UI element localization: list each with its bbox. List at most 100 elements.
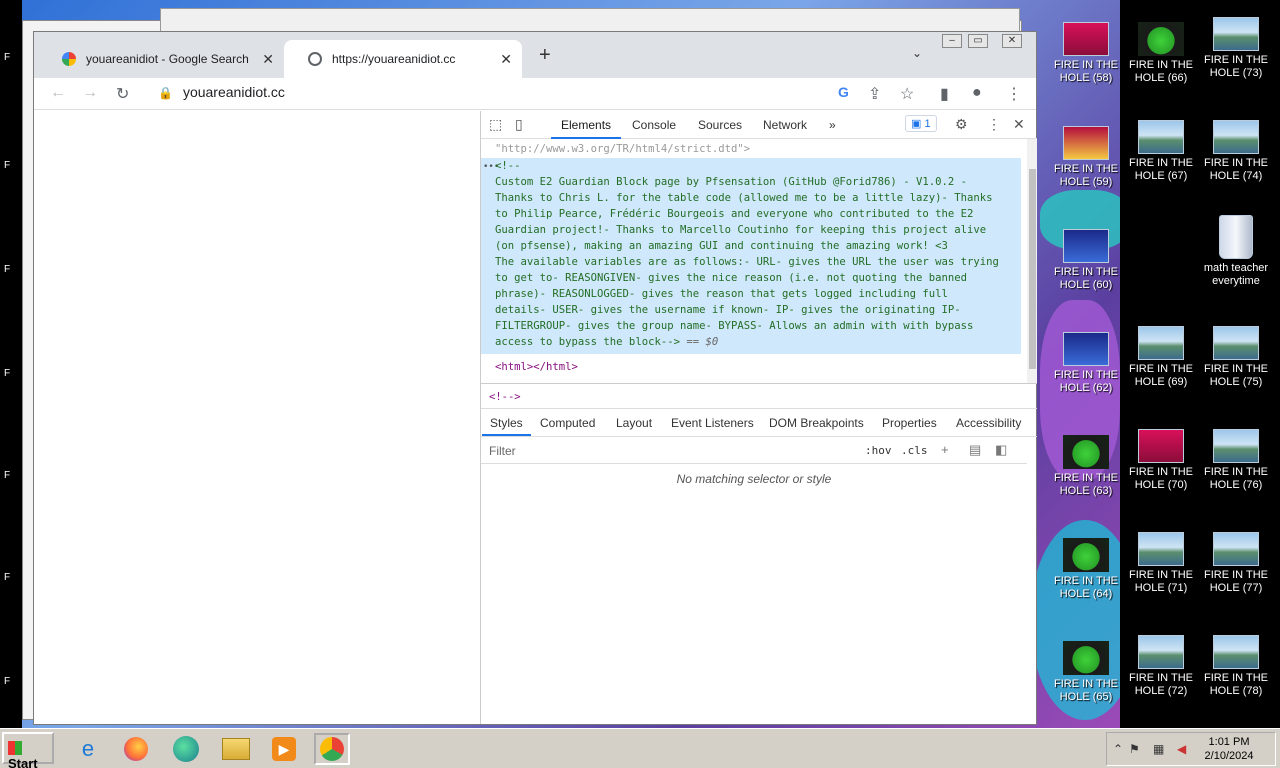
tab-styles[interactable]: Styles — [482, 416, 531, 436]
clock[interactable]: 1:01 PM 2/10/2024 — [1199, 735, 1259, 763]
close-tab-icon[interactable]: ✕ — [500, 51, 512, 68]
tab-properties[interactable]: Properties — [882, 416, 937, 430]
show-hidden-icons-icon[interactable]: ⌃ — [1113, 742, 1123, 756]
desktop-icon[interactable]: FIRE IN THE HOLE (73) — [1199, 17, 1273, 80]
image-icon — [1213, 326, 1259, 360]
back-arrow-icon[interactable]: ← — [50, 84, 66, 102]
image-icon — [1138, 635, 1184, 669]
desktop-icon[interactable]: FIRE IN THE HOLE (71) — [1124, 532, 1198, 595]
tab-network[interactable]: Network — [763, 118, 807, 132]
tab-computed[interactable]: Computed — [540, 416, 595, 430]
chrome-menu-icon[interactable]: ⋮ — [1006, 84, 1022, 104]
tab-elements[interactable]: Elements — [550, 118, 622, 139]
image-icon — [1138, 120, 1184, 154]
ie-icon[interactable]: e — [70, 733, 106, 765]
firefox-icon[interactable] — [118, 733, 154, 765]
breadcrumb-item[interactable]: <!--> — [489, 391, 521, 403]
desktop-icon[interactable]: FIRE IN THE HOLE (66) — [1124, 22, 1198, 85]
share-icon[interactable]: ⇪ — [868, 84, 881, 104]
tab-google-search[interactable]: youareanidiot - Google Search ✕ — [38, 40, 284, 78]
tab-active-page[interactable]: https://youareanidiot.cc ✕ — [284, 40, 522, 78]
maximize-button[interactable]: ▭ — [968, 34, 988, 48]
address-bar[interactable]: 🔒 youareanidiot.cc — [158, 84, 285, 100]
image-icon — [1063, 126, 1109, 160]
desktop-icon[interactable]: FIRE IN THE HOLE (75) — [1199, 326, 1273, 389]
devtools-menu-icon[interactable]: ⋮ — [987, 116, 1001, 133]
desktop-icon[interactable]: FIRE IN THE HOLE (72) — [1124, 635, 1198, 698]
tab-accessibility[interactable]: Accessibility — [956, 416, 1021, 430]
breadcrumb[interactable]: <!--> — [481, 383, 1037, 409]
chrome-icon[interactable] — [314, 733, 350, 765]
desktop-icon[interactable]: FIRE IN THE HOLE (65) — [1049, 641, 1123, 704]
page-viewport[interactable] — [34, 111, 480, 724]
scrollbar-thumb[interactable] — [1029, 169, 1036, 369]
add-rule-icon[interactable]: + — [941, 442, 949, 457]
image-icon — [1213, 17, 1259, 51]
network-icon[interactable]: ▦ — [1153, 742, 1164, 756]
google-lens-icon[interactable]: G — [838, 84, 849, 100]
forward-arrow-icon[interactable]: → — [82, 84, 98, 102]
volume-muted-icon[interactable]: ◀ — [1177, 742, 1186, 756]
desktop-left-band — [0, 0, 22, 728]
desktop-icon-label: FIRE IN THE HOLE (70) — [1129, 466, 1193, 491]
tab-search-chevron-icon[interactable]: ⌄ — [912, 46, 922, 60]
desktop-icon-label: FIRE IN THE HOLE (65) — [1054, 678, 1118, 703]
paint-brush-icon[interactable]: ▤ — [969, 442, 981, 458]
media-player-icon[interactable]: ▶ — [266, 733, 302, 765]
desktop-icon[interactable]: FIRE IN THE HOLE (62) — [1049, 332, 1123, 395]
side-panel-icon[interactable]: ▮ — [940, 84, 949, 104]
desktop-icon[interactable]: FIRE IN THE HOLE (63) — [1049, 435, 1123, 498]
bookmark-star-icon[interactable]: ☆ — [900, 84, 914, 104]
tab-sources[interactable]: Sources — [698, 118, 742, 132]
desktop-icon[interactable]: FIRE IN THE HOLE (74) — [1199, 120, 1273, 183]
image-icon — [1213, 120, 1259, 154]
selected-marker: == $0 — [686, 336, 719, 348]
recycle-bin-icon — [1219, 215, 1253, 259]
desktop-icon[interactable]: FIRE IN THE HOLE (77) — [1199, 532, 1273, 595]
desktop-icon[interactable]: FIRE IN THE HOLE (69) — [1124, 326, 1198, 389]
close-tab-icon[interactable]: ✕ — [262, 51, 274, 68]
profile-avatar-icon[interactable]: ● — [972, 84, 982, 102]
desktop-icon[interactable]: FIRE IN THE HOLE (59) — [1049, 126, 1123, 189]
inspect-element-icon[interactable]: ⬚ — [489, 116, 502, 133]
desktop-icon[interactable]: FIRE IN THE HOLE (76) — [1199, 429, 1273, 492]
desktop-icon[interactable]: math teacher everytime — [1199, 215, 1273, 288]
desktop-icon[interactable]: FIRE IN THE HOLE (60) — [1049, 229, 1123, 292]
new-tab-button[interactable]: + — [539, 44, 551, 67]
image-icon — [1063, 229, 1109, 263]
desktop-icon[interactable]: FIRE IN THE HOLE (64) — [1049, 538, 1123, 601]
close-window-button[interactable]: ✕ — [1002, 34, 1022, 48]
more-tabs-icon[interactable]: » — [829, 118, 836, 132]
frog-icon — [1063, 641, 1109, 675]
dom-tree[interactable]: "http://www.w3.org/TR/html4/strict.dtd">… — [481, 139, 1027, 383]
close-devtools-icon[interactable]: ✕ — [1013, 116, 1025, 133]
comment-line-last: access to bypass the block--> == $0 — [495, 334, 718, 350]
tab-event-listeners[interactable]: Event Listeners — [671, 416, 754, 430]
reload-icon[interactable]: ↻ — [116, 84, 129, 104]
dom-scrollbar[interactable] — [1027, 139, 1037, 383]
issues-count: 1 — [924, 118, 931, 130]
tab-console[interactable]: Console — [632, 118, 676, 132]
toggle-sidebar-icon[interactable]: ◧ — [995, 442, 1007, 458]
flag-icon[interactable]: ⚑ — [1129, 742, 1140, 756]
desktop-icon-label: FIRE IN THE HOLE (71) — [1129, 569, 1193, 594]
tab-dom-breakpoints[interactable]: DOM Breakpoints — [769, 416, 864, 430]
issues-badge[interactable]: ▣ 1 — [905, 115, 937, 132]
styles-filter-input[interactable]: Filter — [489, 444, 516, 458]
comment-line: details- USER- gives the username if kno… — [495, 304, 961, 316]
comment-line: phrase)- REASONLOGGED- gives the reason … — [495, 288, 948, 300]
tab-layout[interactable]: Layout — [616, 416, 652, 430]
settings-gear-icon[interactable]: ⚙ — [955, 116, 968, 133]
edge-icon[interactable] — [168, 733, 204, 765]
class-toggle[interactable]: .cls — [901, 444, 928, 457]
folder-icon[interactable] — [218, 733, 254, 765]
start-button[interactable]: Start — [2, 732, 54, 768]
desktop-icon[interactable]: FIRE IN THE HOLE (78) — [1199, 635, 1273, 698]
desktop-icon[interactable]: FIRE IN THE HOLE (67) — [1124, 120, 1198, 183]
minimize-button[interactable]: – — [942, 34, 962, 48]
desktop-icon[interactable]: FIRE IN THE HOLE (58) — [1049, 22, 1123, 85]
html-node[interactable]: <html></html> — [495, 359, 578, 375]
device-toolbar-icon[interactable]: ▯ — [515, 116, 523, 133]
desktop-icon[interactable]: FIRE IN THE HOLE (70) — [1124, 429, 1198, 492]
hover-state-toggle[interactable]: :hov — [865, 444, 892, 457]
